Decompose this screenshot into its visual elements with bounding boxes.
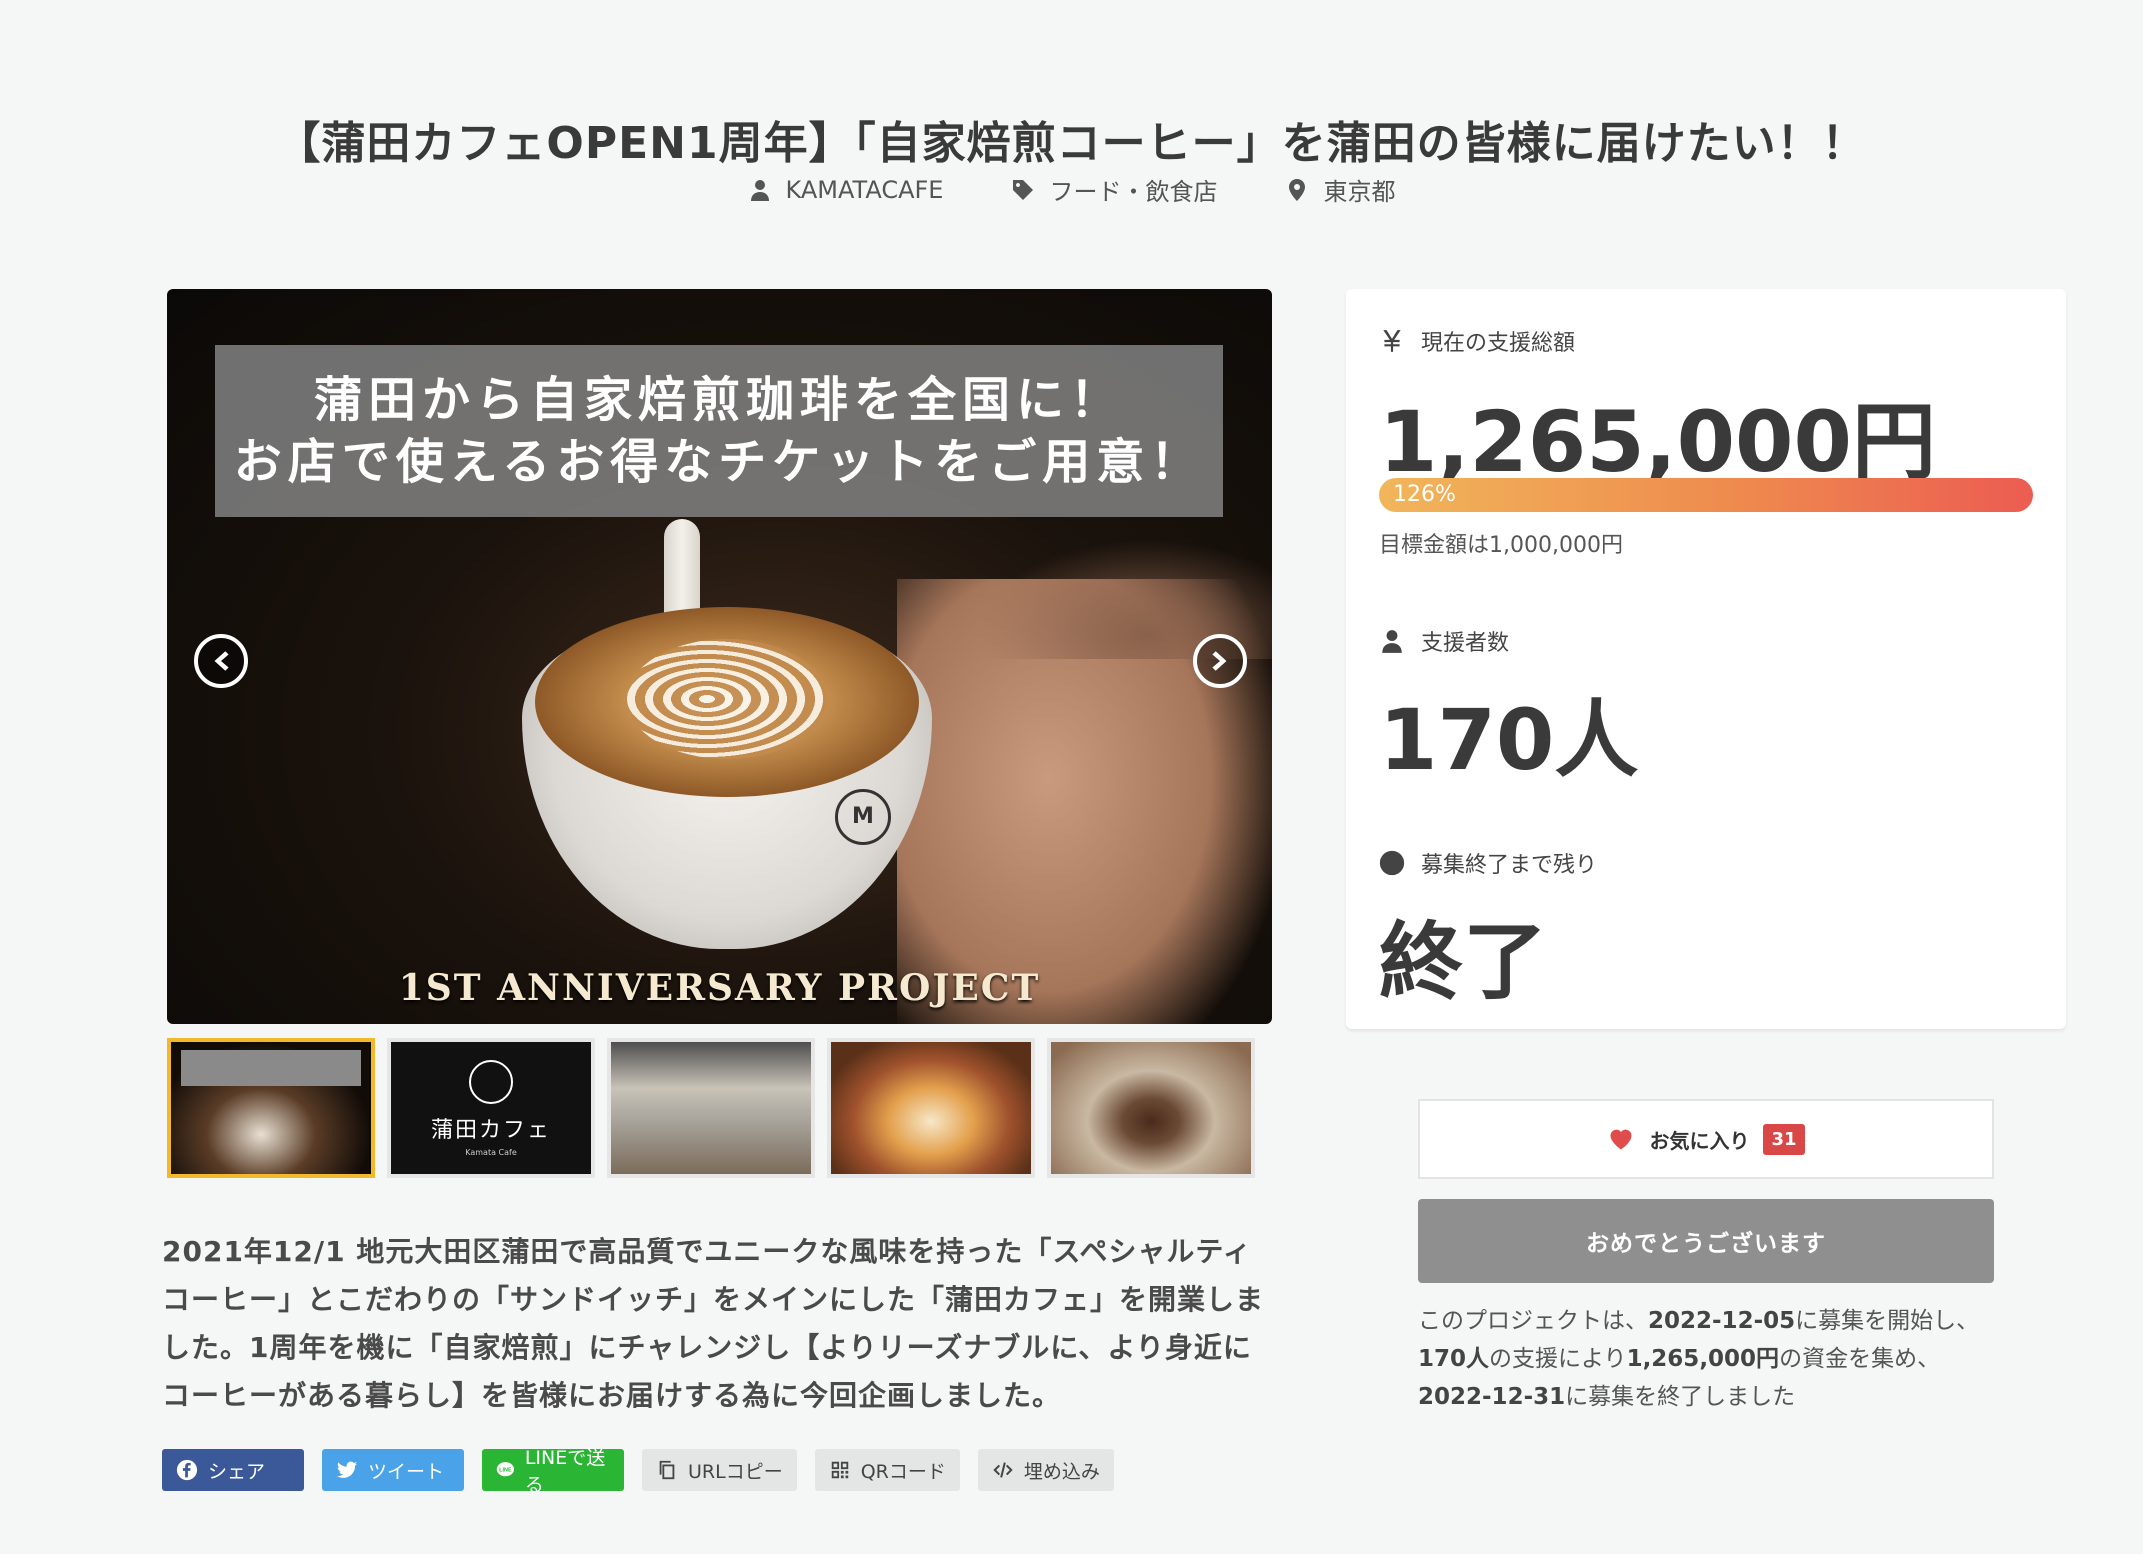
- backers-count: 170人: [1379, 691, 1639, 789]
- thumb-anniversary[interactable]: [167, 1038, 375, 1178]
- facebook-icon: [176, 1459, 198, 1481]
- project-meta: KAMATACAFE フード・飲食店 東京都: [0, 172, 2143, 207]
- qr-icon: [831, 1461, 848, 1479]
- line-share-button[interactable]: LINE LINEで送る: [482, 1447, 624, 1496]
- svg-text:LINE: LINE: [499, 1468, 512, 1474]
- user-icon: [750, 179, 769, 201]
- embed-button[interactable]: 埋め込み: [977, 1449, 1114, 1491]
- twitter-share-button[interactable]: ツイート: [322, 1449, 464, 1491]
- progress-percent: 126%: [1393, 482, 1456, 507]
- url-copy-button[interactable]: URLコピー: [642, 1449, 797, 1491]
- url-copy-label: URLコピー: [688, 1460, 783, 1483]
- qr-code-label: QRコード: [860, 1460, 946, 1483]
- embed-label: 埋め込み: [1023, 1460, 1100, 1483]
- line-icon: LINE: [496, 1462, 515, 1477]
- main-image-carousel[interactable]: M 蒲田から自家焙煎珈琲を全国に！ お店で使えるお得なチケットをご用意！ 1ST…: [167, 289, 1272, 1024]
- remaining-value: 終了: [1379, 913, 1548, 1011]
- summary-text-4: の資金を集め、: [1779, 1346, 1941, 1372]
- owner-name: KAMATACAFE: [785, 175, 944, 204]
- summary-text-3: の支援により: [1489, 1346, 1627, 1372]
- project-ended-button[interactable]: おめでとうございます: [1418, 1199, 1994, 1283]
- facebook-share-button[interactable]: シェア: [162, 1449, 304, 1491]
- hero-banner-line2: お店で使えるお得なチケットをご用意！: [233, 434, 1205, 490]
- chevron-right-icon: [1212, 651, 1227, 671]
- carousel-prev-button[interactable]: [194, 634, 248, 688]
- carousel-next-button[interactable]: [1193, 634, 1247, 688]
- backers-label: 支援者数: [1421, 631, 1510, 656]
- hero-banner: 蒲田から自家焙煎珈琲を全国に！ お店で使えるお得なチケットをご用意！: [215, 345, 1223, 517]
- summary-text-5: に募集を終了しました: [1565, 1384, 1796, 1410]
- tag-icon: [1013, 179, 1034, 200]
- qr-code-button[interactable]: QRコード: [814, 1449, 960, 1491]
- favorite-count-badge: 31: [1763, 1123, 1805, 1155]
- map-pin-icon: [1289, 178, 1306, 201]
- summary-backers: 170人: [1418, 1346, 1490, 1372]
- summary-start-date: 2022-12-05: [1648, 1308, 1796, 1334]
- embed-icon: [993, 1462, 1013, 1478]
- owner-link[interactable]: KAMATACAFE: [748, 172, 944, 207]
- twitter-share-label: ツイート: [368, 1460, 445, 1483]
- remaining-label-row: 募集終了まで残り: [1379, 847, 1597, 879]
- thumbnail-strip: 蒲田カフェ Kamata Cafe: [167, 1038, 1255, 1178]
- project-title: 【蒲田カフェOPEN1周年】「自家焙煎コーヒー」を蒲田の皆様に届けたい！！: [276, 118, 1867, 170]
- funding-progress-bar: 126%: [1379, 478, 2033, 512]
- location-link[interactable]: 東京都: [1285, 172, 1395, 207]
- funding-stats-panel: 現在の支援総額 1,265,000円 126% 目標金額は1,000,000円 …: [1346, 289, 2066, 1029]
- yen-icon: [1383, 330, 1401, 352]
- hero-caption: 1ST ANNIVERSARY PROJECT: [398, 967, 1041, 1009]
- thumb-cake[interactable]: [1047, 1038, 1255, 1178]
- cafe-logo-icon: [469, 1059, 513, 1104]
- thumb-interior[interactable]: [607, 1038, 815, 1178]
- backers-label-row: 支援者数: [1379, 625, 1509, 657]
- total-label-row: 現在の支援総額: [1379, 325, 1575, 357]
- thumb-logo-sub: Kamata Cafe: [465, 1147, 517, 1157]
- user-icon: [1382, 630, 1402, 653]
- copy-icon: [659, 1460, 675, 1480]
- total-label: 現在の支援総額: [1421, 331, 1576, 356]
- remaining-label: 募集終了まで残り: [1421, 853, 1598, 878]
- chevron-left-icon: [214, 651, 229, 671]
- share-bar: シェア ツイート LINE LINEで送る URLコピー QRコード 埋め込み: [162, 1447, 1114, 1496]
- heart-icon: [1610, 1129, 1632, 1150]
- line-share-label: LINEで送る: [524, 1447, 606, 1496]
- favorite-label: お気に入り: [1649, 1128, 1750, 1153]
- category-link[interactable]: フード・飲食店: [1011, 172, 1217, 207]
- category-name: フード・飲食店: [1049, 178, 1218, 206]
- facebook-share-label: シェア: [208, 1460, 266, 1483]
- thumb-food[interactable]: [827, 1038, 1035, 1178]
- goal-amount: 目標金額は1,000,000円: [1379, 533, 1623, 558]
- thumb-logo[interactable]: 蒲田カフェ Kamata Cafe: [387, 1038, 595, 1178]
- cup-logo-icon: M: [835, 789, 891, 845]
- location-name: 東京都: [1323, 178, 1396, 206]
- hero-banner-line1: 蒲田から自家焙煎珈琲を全国に！: [313, 372, 1124, 428]
- summary-end-date: 2022-12-31: [1418, 1384, 1566, 1410]
- summary-text-1: このプロジェクトは、: [1418, 1308, 1648, 1334]
- clock-icon: [1379, 850, 1405, 876]
- project-summary: このプロジェクトは、2022-12-05に募集を開始し、 170人の支援により1,…: [1418, 1302, 1998, 1416]
- summary-text-2: に募集を開始し、: [1795, 1308, 1980, 1334]
- favorite-button[interactable]: お気に入り 31: [1418, 1099, 1994, 1179]
- latte-art-graphic: [627, 639, 827, 759]
- project-description: 2021年12/1 地元大田区蒲田で高品質でユニークな風味を持った「スペシャルテ…: [162, 1235, 1265, 1412]
- thumb-logo-text: 蒲田カフェ: [430, 1117, 551, 1143]
- summary-amount: 1,265,000円: [1626, 1346, 1780, 1372]
- twitter-icon: [336, 1461, 358, 1478]
